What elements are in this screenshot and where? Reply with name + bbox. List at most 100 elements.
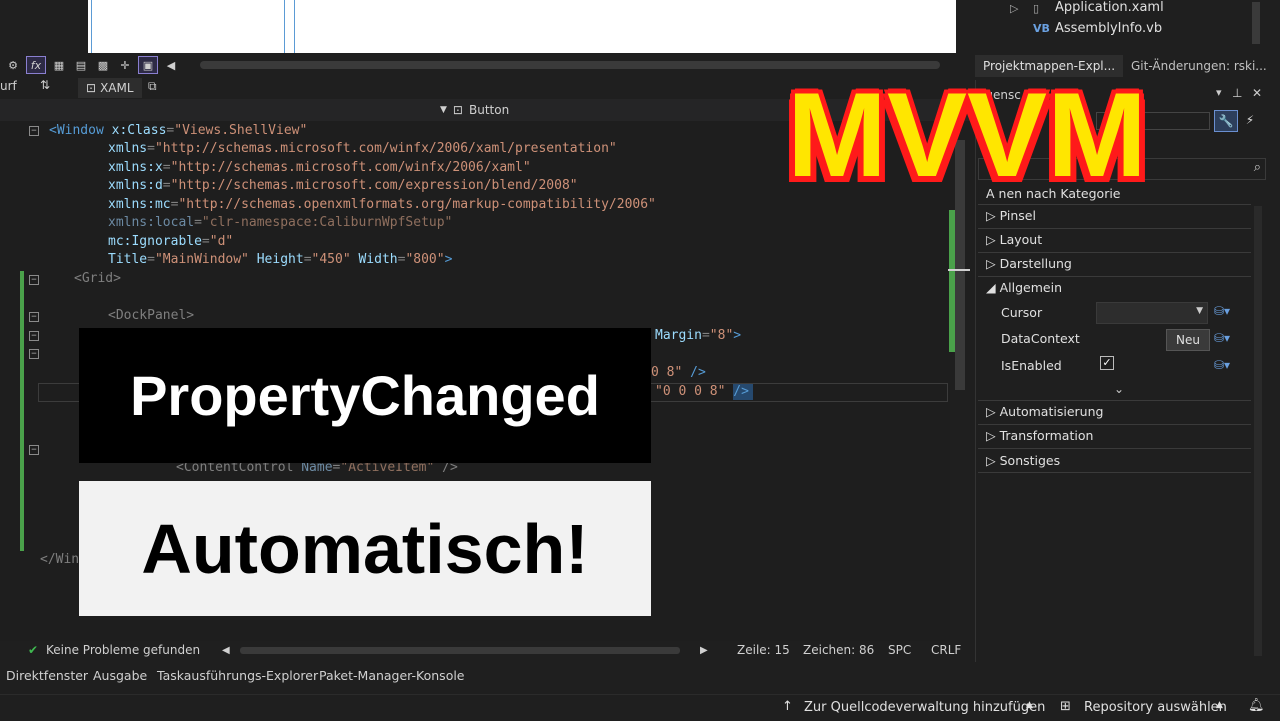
- property-changed-banner: PropertyChanged: [79, 328, 651, 463]
- code-line: <Window x:Class="Views.ShellView": [49, 123, 308, 138]
- code-line: Title="MainWindow" Height="450" Width="8…: [108, 252, 453, 267]
- tab-partial-label: urf: [0, 79, 17, 93]
- crosshair-icon[interactable]: ✛: [116, 57, 134, 73]
- fold-toggle-icon[interactable]: −: [29, 331, 39, 341]
- whitespace-indicator[interactable]: SPC: [888, 643, 911, 657]
- category-automatisierung[interactable]: ▷ Automatisierung: [986, 404, 1103, 419]
- expand-arrow-icon[interactable]: ▷: [1010, 2, 1018, 15]
- expand-arrow-icon: ▷: [986, 208, 996, 223]
- add-to-source-control[interactable]: Zur Quellcodeverwaltung hinzufügen: [804, 700, 1045, 715]
- category-label: Pinsel: [999, 208, 1036, 223]
- category-transformation[interactable]: ▷ Transformation: [986, 428, 1093, 443]
- editor-horizontal-scrollbar[interactable]: [240, 647, 680, 654]
- tab-ausgabe[interactable]: Ausgabe: [93, 668, 147, 683]
- snap-grid-icon[interactable]: ▤: [72, 57, 90, 73]
- line-indicator: Zeile: 15: [737, 643, 790, 657]
- mvvm-title: MVVM: [787, 68, 1147, 202]
- fx-icon[interactable]: fx: [26, 56, 46, 74]
- pattern-icon[interactable]: ▩: [94, 57, 112, 73]
- properties-scrollbar[interactable]: [1254, 206, 1262, 656]
- solution-item[interactable]: Application.xaml: [1055, 0, 1164, 15]
- code-line: xmlns="http://schemas.microsoft.com/winf…: [108, 141, 617, 156]
- category-label: Automatisierung: [999, 404, 1104, 419]
- fold-toggle-icon[interactable]: −: [29, 275, 39, 285]
- close-icon[interactable]: ✕: [1252, 86, 1262, 100]
- fold-toggle-icon[interactable]: −: [29, 349, 39, 359]
- fold-toggle-icon[interactable]: −: [29, 445, 39, 455]
- line-ending-indicator[interactable]: CRLF: [931, 643, 961, 657]
- events-lightning-icon[interactable]: ⚡: [1240, 110, 1260, 130]
- solution-item[interactable]: AssemblyInfo.vb: [1055, 21, 1162, 36]
- scroll-left-icon[interactable]: ◀: [162, 57, 180, 73]
- repository-icon: ⊞: [1060, 699, 1071, 714]
- xaml-icon: ⊡: [86, 81, 97, 95]
- code-line: <DockPanel>: [108, 308, 195, 323]
- code-line: xmlns:local="clr-namespace:CaliburnWpfSe…: [108, 215, 453, 230]
- category-pinsel[interactable]: ▷ Pinsel: [986, 208, 1036, 223]
- tab-direktfenster[interactable]: Direktfenster: [6, 668, 88, 683]
- tab-package-manager[interactable]: Paket-Manager-Konsole: [319, 668, 465, 683]
- designer-guide: [294, 0, 295, 53]
- change-indicator: [20, 271, 24, 551]
- vs-status-bar: ↑ Zur Quellcodeverwaltung hinzufügen ▲ ⊞…: [0, 694, 1280, 721]
- notification-bell-icon[interactable]: 🔔︎: [1248, 698, 1265, 713]
- button-element-icon: ⊡: [452, 103, 463, 117]
- collapse-arrow-icon: ◢: [986, 280, 996, 295]
- new-button[interactable]: Neu: [1166, 329, 1210, 351]
- chevron-down-icon: ▼: [1196, 306, 1203, 316]
- category-layout[interactable]: ▷ Layout: [986, 232, 1042, 247]
- pin-icon[interactable]: ⊥: [1232, 86, 1242, 100]
- code-line: Margin="8">: [655, 328, 742, 343]
- char-indicator: Zeichen: 86: [803, 643, 875, 657]
- divider: [978, 252, 1251, 253]
- cursor-dropdown[interactable]: ▼: [1096, 302, 1208, 324]
- fold-toggle-icon[interactable]: −: [29, 126, 39, 136]
- swap-panes-icon[interactable]: ⇅: [40, 78, 50, 92]
- category-label: Transformation: [999, 428, 1094, 443]
- scroll-left-icon[interactable]: ◀: [222, 645, 230, 656]
- solution-scrollbar[interactable]: [1252, 2, 1260, 44]
- expand-arrow-icon: ▷: [986, 256, 996, 271]
- category-label: Darstellung: [999, 256, 1072, 271]
- bottom-panel-tabs: Direktfenster Ausgabe Taskausführungs-Ex…: [0, 664, 1280, 688]
- popout-icon[interactable]: ⧉: [148, 79, 157, 94]
- problems-status[interactable]: Keine Probleme gefunden: [46, 643, 200, 657]
- properties-wrench-icon[interactable]: 🔧: [1214, 110, 1238, 132]
- isenabled-checkbox[interactable]: ✓: [1100, 356, 1114, 370]
- fold-toggle-icon[interactable]: −: [29, 312, 39, 322]
- code-line: mc:Ignorable="d": [108, 234, 234, 249]
- scroll-right-icon[interactable]: ▶: [700, 645, 708, 656]
- expand-arrow-icon: ▷: [986, 232, 996, 247]
- grid-icon[interactable]: ▦: [50, 57, 68, 73]
- divider: [978, 472, 1251, 473]
- category-sonstiges[interactable]: ▷ Sonstiges: [986, 453, 1060, 468]
- automatisch-banner: Automatisch!: [79, 481, 651, 616]
- designer-surface[interactable]: [82, 0, 956, 53]
- chevron-down-icon: ▼: [440, 105, 447, 115]
- file-icon: ▯: [1033, 2, 1040, 15]
- check-icon: ✔: [28, 643, 39, 657]
- tab-xaml[interactable]: ⊡ XAML: [78, 78, 142, 98]
- database-icon[interactable]: ⛁▾: [1214, 331, 1230, 345]
- code-line: "0 0 0 8" />: [655, 384, 749, 399]
- code-line: 0 8" />: [651, 365, 706, 380]
- chevron-down-icon[interactable]: ▾: [1216, 86, 1222, 99]
- device-icon[interactable]: ▣: [138, 56, 158, 74]
- settings-icon[interactable]: ⚙: [4, 57, 22, 73]
- category-label: Layout: [999, 232, 1043, 247]
- property-cursor-label: Cursor: [1001, 305, 1043, 320]
- category-allgemein[interactable]: ◢ Allgemein: [986, 280, 1062, 295]
- code-line: xmlns:x="http://schemas.microsoft.com/wi…: [108, 160, 531, 175]
- divider: [978, 400, 1251, 401]
- tab-task-explorer[interactable]: Taskausführungs-Explorer: [157, 668, 318, 683]
- database-icon[interactable]: ⛁▾: [1214, 358, 1230, 372]
- designer-guide: [284, 0, 285, 53]
- category-darstellung[interactable]: ▷ Darstellung: [986, 256, 1072, 271]
- scroll-position-marker: [948, 269, 970, 271]
- category-label: Sonstiges: [999, 453, 1061, 468]
- vb-file-icon: VB: [1033, 22, 1050, 35]
- expand-arrow-icon: ▷: [986, 404, 996, 419]
- database-icon[interactable]: ⛁▾: [1214, 304, 1230, 318]
- select-repository[interactable]: Repository auswählen: [1084, 700, 1227, 715]
- expand-more-icon[interactable]: ⌄: [1114, 382, 1124, 396]
